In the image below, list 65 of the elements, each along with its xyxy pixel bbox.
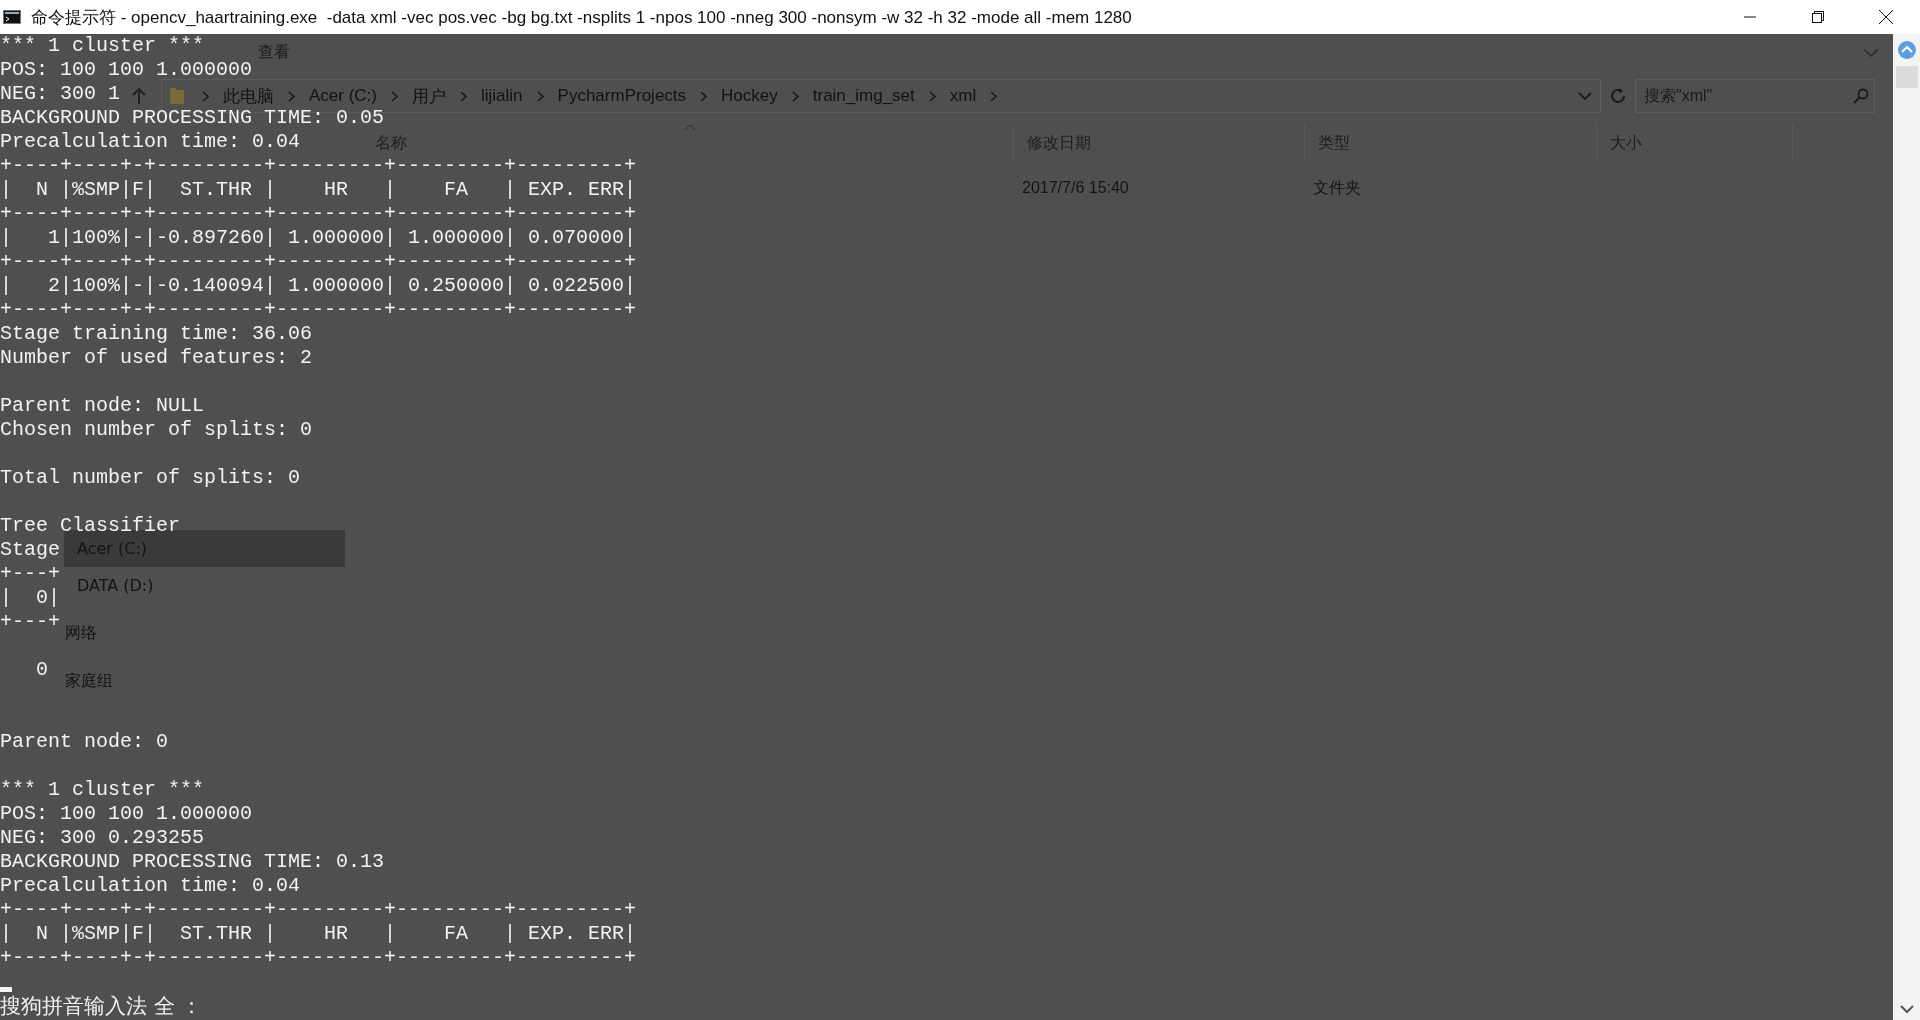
console-line: | 1|100%|-|-0.897260| 1.000000| 1.000000| 0.070000| (0, 226, 637, 250)
console-line: Chosen number of splits: 0 (0, 418, 313, 442)
search-icon (1853, 88, 1869, 104)
console-line: POS: 100 100 1.000000 (0, 58, 253, 82)
console-line: *** 1 cluster *** (0, 778, 205, 802)
console-line: +----+----+-+---------+---------+---------+---------+ (0, 898, 637, 922)
console-line: NEG: 300 1 (0, 82, 121, 106)
console-line: *** 1 cluster *** (0, 34, 205, 58)
console-line: +---+ (0, 562, 60, 586)
ime-status: 搜狗拼音输入法 全 ： (0, 994, 203, 1018)
scroll-up-icon[interactable] (1896, 40, 1917, 60)
console-line: | N |%SMP|F| ST.THR | HR | FA | EXP. ERR| (0, 922, 637, 946)
refresh-icon[interactable] (1609, 87, 1627, 105)
close-icon (1879, 10, 1893, 24)
chevron-icon (791, 90, 799, 102)
scrollbar[interactable] (1893, 34, 1920, 1020)
chevron-icon (202, 90, 209, 102)
console-line: 0 (35, 658, 48, 682)
console-line: POS: 100 100 1.000000 (0, 802, 253, 826)
console-line: +----+----+-+---------+---------+---------+---------+ (0, 202, 637, 226)
console-line: Parent node: 0 (0, 730, 169, 754)
date-cell-text: 2017/7/6 15:40 (1021, 179, 1130, 197)
breadcrumb-item[interactable]: 用户 (412, 84, 446, 108)
breadcrumb-item[interactable]: PycharmProjects (557, 86, 687, 106)
text-cursor (0, 987, 12, 992)
breadcrumb-item[interactable]: 此电脑 (223, 84, 274, 108)
console-line: Number of used features: 2 (0, 346, 313, 370)
console-line: | N |%SMP|F| ST.THR | HR | FA | EXP. ERR| (0, 178, 637, 202)
console-line: Precalculation time: 0.04 (0, 130, 301, 154)
breadcrumb-item[interactable]: Acer (C:) (309, 86, 377, 106)
terminal-icon (3, 10, 21, 24)
breadcrumb-item[interactable]: xml (949, 86, 977, 106)
chevron-icon (928, 90, 936, 102)
console-line: Parent node: NULL (0, 394, 205, 418)
console-line: Total number of splits: 0 (0, 466, 301, 490)
console-line: +----+----+-+---------+---------+---------+---------+ (0, 298, 637, 322)
console-line: +---+ (0, 610, 60, 634)
folder-icon (170, 88, 184, 104)
chevron-icon (460, 90, 467, 102)
console-line: Precalculation time: 0.04 (0, 874, 301, 898)
console-line: NEG: 300 0.293255 (0, 826, 205, 850)
chevron-icon (288, 90, 295, 102)
sidebar-item[interactable]: DATA (D:) (64, 567, 345, 604)
console-line: BACKGROUND PROCESSING TIME: 0.13 (0, 850, 385, 874)
chevron-icon (391, 90, 398, 102)
up-arrow-icon[interactable] (131, 87, 147, 105)
sidebar-item[interactable]: 家庭组 (54, 663, 345, 700)
restore-icon (1812, 11, 1824, 23)
chevron-icon (700, 90, 708, 102)
dropdown-icon[interactable] (1578, 91, 1592, 101)
window-title: 命令提示符 - opencv_haartraining.exe -data xml -vec pos.vec -bg bg.txt -nsplits 1 -npos 100 -nneg 300 -nonsym -w 32 -h 32 -mode all -mem 1280 (31, 6, 1132, 29)
type-cell-text: 文件夹 (1312, 177, 1362, 198)
console-line: +----+----+-+---------+---------+---------+---------+ (0, 946, 637, 970)
chevron-icon (536, 90, 544, 102)
breadcrumb-item[interactable]: lijialin (481, 86, 523, 106)
console-line: +----+----+-+---------+---------+---------+---------+ (0, 250, 637, 274)
chevron-icon[interactable] (1899, 1005, 1914, 1014)
console-line: | 2|100%|-|-0.140094| 1.000000| 0.250000| 0.022500| (0, 274, 637, 298)
sort-caret-icon (684, 124, 696, 131)
console-line: | 0| (0, 586, 60, 610)
console-line: Stage training time: 36.06 (0, 322, 313, 346)
breadcrumb-item[interactable]: Hockey (721, 86, 778, 106)
chevron-icon (990, 90, 998, 102)
breadcrumb-item[interactable]: train_img_set (812, 86, 915, 106)
console-line: Stage (0, 538, 60, 562)
